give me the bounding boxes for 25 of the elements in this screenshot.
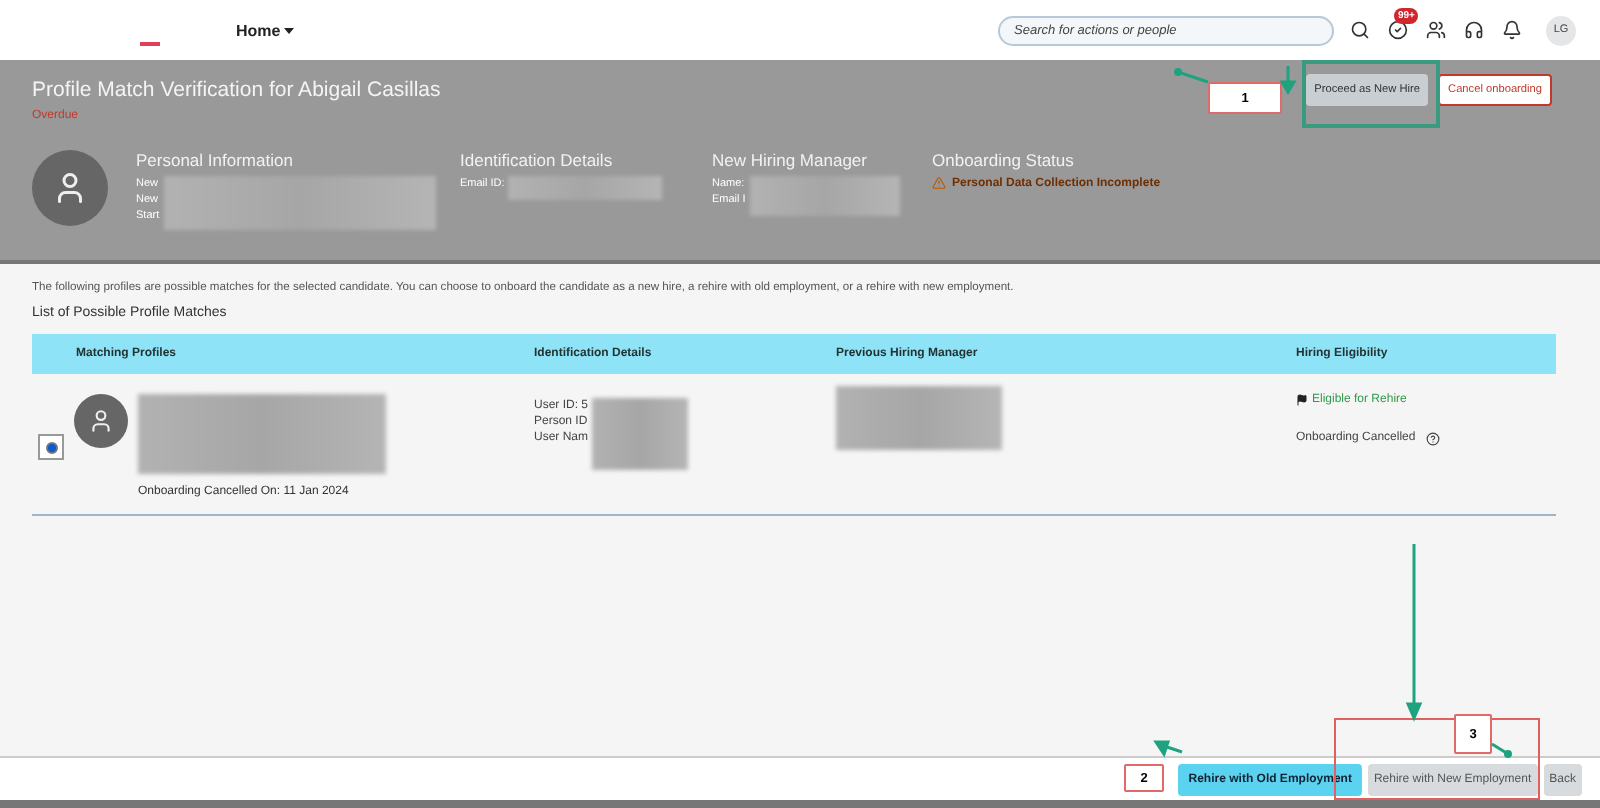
bell-icon[interactable] [1502,20,1522,40]
pointer-arrow [1492,742,1514,758]
redaction-blur [592,398,689,470]
section-heading: Identification Details [460,150,615,170]
logo-mark [140,42,160,46]
page-title: Profile Match Verification for Abigail Casillas [32,78,441,102]
people-icon[interactable] [1426,20,1446,40]
search-icon[interactable] [1350,20,1370,40]
profile-avatar [32,150,108,226]
help-icon[interactable] [1425,431,1440,445]
warning-icon [932,176,946,190]
check-circle-icon[interactable] [1388,20,1408,40]
headset-icon[interactable] [1464,20,1484,40]
section-heading: Onboarding Status [932,150,1076,170]
section-heading: New Hiring Manager [712,150,869,170]
pointer-arrow [1282,66,1294,92]
home-menu[interactable]: Home [236,21,295,39]
flag-icon [1296,394,1308,406]
radio-button[interactable] [38,434,64,460]
pointer-arrow [1156,742,1184,760]
highlight-frame [1302,60,1440,128]
pointer-arrow [1174,68,1210,84]
profile-avatar [74,394,128,448]
caret-icon [284,27,295,33]
section-heading: Personal Information [136,150,295,170]
